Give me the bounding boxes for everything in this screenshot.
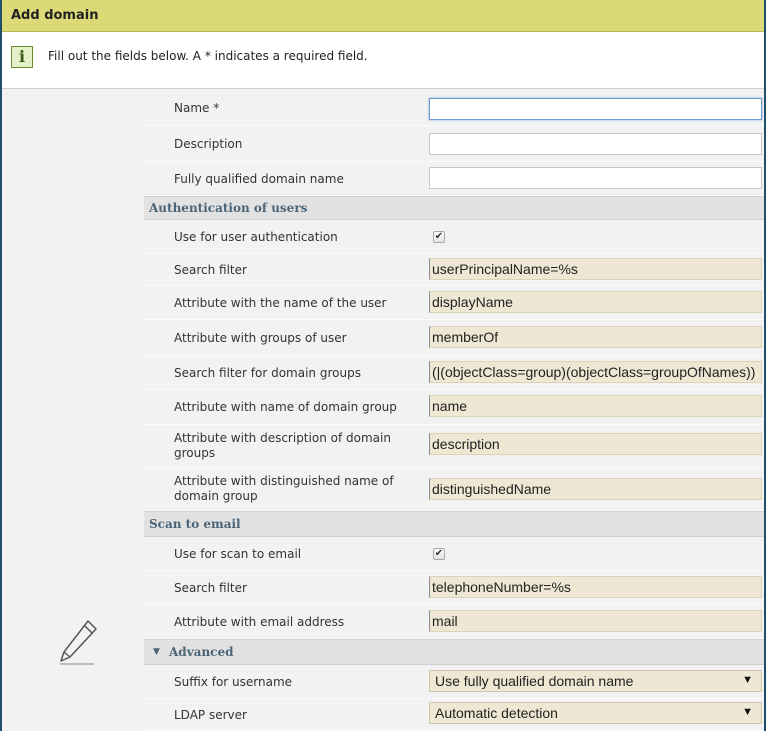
group-filter-input[interactable]: (|(objectClass=group)(objectClass=groupO…	[429, 361, 762, 383]
group-name-attr-label: Attribute with name of domain group	[174, 400, 397, 414]
group-name-attr-input[interactable]: name	[429, 395, 762, 417]
group-filter-row: Search filter for domain groups (|(objec…	[144, 356, 764, 390]
use-scan-label: Use for scan to email	[174, 547, 302, 561]
section-scan-to-email-title: Scan to email	[149, 517, 241, 531]
auth-search-filter-row: Search filter userPrincipalName=%s	[144, 254, 764, 286]
group-filter-label: Search filter for domain groups	[174, 366, 361, 380]
groups-attr-label: Attribute with groups of user	[174, 331, 347, 345]
user-name-attr-row: Attribute with the name of the user disp…	[144, 286, 764, 320]
name-label: Name *	[174, 101, 220, 115]
user-name-attr-label: Attribute with the name of the user	[174, 296, 387, 310]
suffix-select[interactable]: Use fully qualified domain name ▼	[429, 670, 762, 692]
dropdown-arrow-icon: ▼	[742, 706, 753, 718]
description-row: Description	[144, 126, 764, 162]
ldap-label: LDAP server	[174, 708, 247, 722]
group-dn-attr-input[interactable]: distinguishedName	[429, 478, 762, 500]
email-attr-input[interactable]: mail	[429, 610, 762, 632]
fqdn-label: Fully qualified domain name	[174, 172, 344, 186]
name-input[interactable]	[429, 98, 762, 120]
use-auth-checkbox[interactable]: ✔	[433, 231, 445, 243]
info-text: Fill out the fields below. A * indicates…	[48, 49, 368, 63]
section-advanced-title[interactable]: Advanced	[169, 645, 234, 659]
suffix-select-value: Use fully qualified domain name	[435, 673, 634, 689]
email-attr-row: Attribute with email address mail	[144, 605, 764, 639]
group-dn-attr-row: Attribute with distinguished name of dom…	[144, 468, 764, 511]
groups-attr-row: Attribute with groups of user memberOf	[144, 320, 764, 356]
dropdown-arrow-icon: ▼	[742, 674, 753, 686]
auth-search-filter-input[interactable]: userPrincipalName=%s	[429, 258, 762, 280]
groups-attr-input[interactable]: memberOf	[429, 326, 762, 348]
use-scan-row: Use for scan to email ✔	[144, 537, 764, 571]
auth-search-filter-label: Search filter	[174, 263, 247, 277]
ldap-select[interactable]: Automatic detection ▼	[429, 702, 762, 724]
email-attr-label: Attribute with email address	[174, 615, 345, 629]
section-advanced[interactable]: ▼ Advanced	[144, 639, 764, 665]
section-authentication: Authentication of users	[144, 196, 764, 220]
fqdn-input[interactable]	[429, 167, 762, 189]
group-desc-attr-label: Attribute with description of domain gro…	[174, 431, 391, 460]
dialog-title: Add domain	[11, 8, 99, 23]
group-dn-attr-label: Attribute with distinguished name of dom…	[174, 474, 394, 503]
description-input[interactable]	[429, 133, 762, 155]
dialog-titlebar: Add domain	[2, 0, 764, 32]
use-scan-checkbox[interactable]: ✔	[433, 548, 445, 560]
info-icon: i	[11, 46, 33, 68]
pencil-icon	[60, 620, 97, 665]
left-panel	[2, 89, 144, 731]
use-auth-label: Use for user authentication	[174, 230, 338, 244]
suffix-row: Suffix for username Use fully qualified …	[144, 665, 764, 699]
info-bar: i Fill out the fields below. A * indicat…	[2, 32, 764, 89]
suffix-label: Suffix for username	[174, 675, 293, 689]
fqdn-row: Fully qualified domain name	[144, 162, 764, 196]
collapse-triangle-icon[interactable]: ▼	[153, 647, 160, 657]
user-name-attr-input[interactable]: displayName	[429, 291, 762, 313]
group-desc-attr-row: Attribute with description of domain gro…	[144, 425, 764, 468]
section-scan-to-email: Scan to email	[144, 511, 764, 537]
scan-search-filter-label: Search filter	[174, 581, 247, 595]
ldap-row: LDAP server Automatic detection ▼	[144, 699, 764, 731]
use-auth-row: Use for user authentication ✔	[144, 220, 764, 254]
scan-search-filter-input[interactable]: telephoneNumber=%s	[429, 576, 762, 598]
group-name-attr-row: Attribute with name of domain group name	[144, 390, 764, 425]
description-label: Description	[174, 137, 243, 151]
name-row: Name *	[144, 89, 764, 126]
group-desc-attr-input[interactable]: description	[429, 433, 762, 455]
section-authentication-title: Authentication of users	[149, 201, 308, 215]
scan-search-filter-row: Search filter telephoneNumber=%s	[144, 571, 764, 605]
ldap-select-value: Automatic detection	[435, 705, 558, 721]
